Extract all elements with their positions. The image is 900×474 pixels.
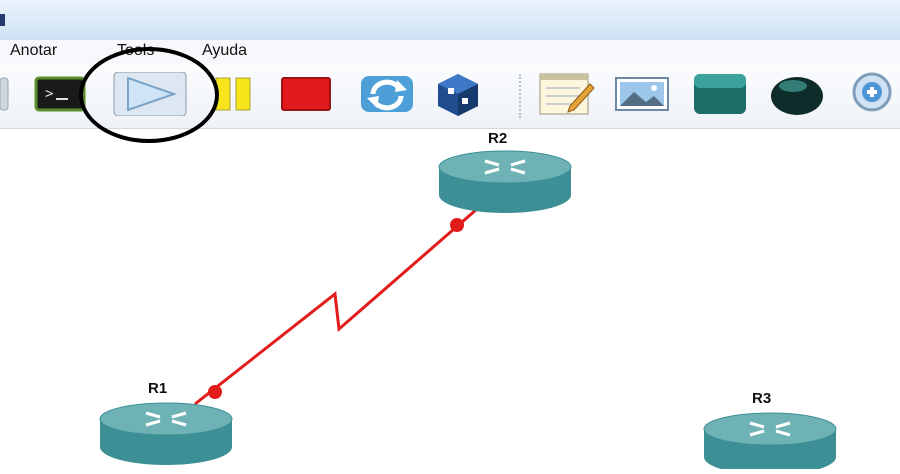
router-label-r2: R2 (488, 130, 508, 147)
topology-canvas[interactable]: R2 R1 R3 (0, 129, 900, 474)
toolbar: > (0, 64, 900, 129)
toolbar-separator (519, 74, 521, 118)
app-icon (0, 14, 5, 26)
serial-link[interactable] (194, 207, 478, 406)
menu-tools[interactable]: Tools (117, 42, 154, 60)
virtualbox-button[interactable] (432, 72, 484, 116)
draw-ellipse-button[interactable] (767, 72, 827, 116)
menu-ayuda[interactable]: Ayuda (202, 42, 247, 60)
draw-rectangle-button[interactable] (690, 72, 750, 116)
svg-text:>: > (45, 86, 53, 102)
reload-button[interactable] (357, 72, 417, 116)
zoom-in-icon (852, 72, 892, 112)
refresh-icon (361, 76, 413, 112)
router-icon (438, 150, 572, 213)
insert-picture-button[interactable] (612, 72, 672, 116)
picture-icon (615, 77, 669, 111)
stop-icon (281, 77, 331, 111)
virtualbox-icon (438, 74, 478, 116)
ellipse-icon (771, 77, 823, 115)
router-label-r3: R3 (752, 390, 772, 407)
console-button[interactable]: > (32, 72, 88, 116)
router-label-r1: R1 (148, 380, 168, 397)
suspend-button[interactable] (214, 72, 260, 116)
router-r3[interactable] (702, 411, 838, 474)
router-r1[interactable] (98, 401, 234, 474)
router-icon (703, 412, 837, 474)
note-icon (539, 73, 595, 115)
start-button[interactable] (112, 72, 188, 116)
zoom-in-button[interactable] (846, 72, 900, 116)
router-icon (99, 402, 233, 465)
pause-icon (215, 77, 251, 111)
window-titlebar (0, 0, 900, 40)
menu-bar: Anotar Tools Ayuda (0, 40, 900, 65)
menu-anotar[interactable]: Anotar (10, 42, 57, 60)
link-endpoint-r1 (208, 385, 222, 399)
play-icon (113, 72, 187, 116)
toolbar-partial-button[interactable] (0, 72, 12, 116)
add-note-button[interactable] (536, 72, 596, 116)
terminal-icon: > (34, 76, 86, 112)
stop-button[interactable] (278, 72, 334, 116)
rectangle-icon (694, 74, 746, 114)
router-r2[interactable] (437, 149, 573, 222)
